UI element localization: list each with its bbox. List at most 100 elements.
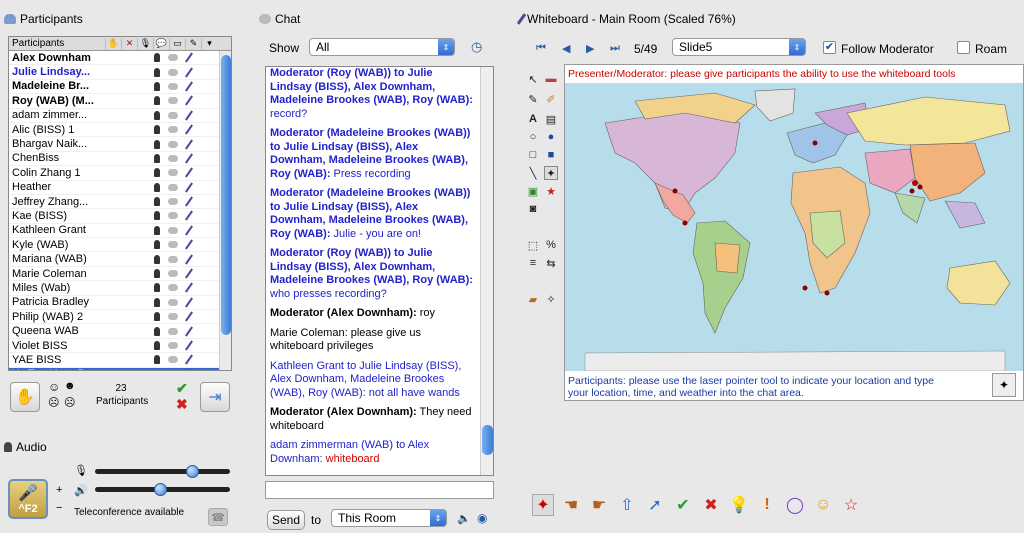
slide-select[interactable]: Slide5 ⇕ — [672, 38, 806, 56]
laser-pointer-indicator-icon[interactable]: ✦ — [992, 373, 1016, 397]
speech-bubble-stamp-icon[interactable]: ◯ — [784, 494, 806, 516]
world-map[interactable] — [565, 83, 1023, 372]
participant-row[interactable]: Madeleine Br... — [9, 80, 231, 95]
chat-column-icon[interactable]: 💬 — [153, 37, 169, 50]
roam-checkbox[interactable] — [957, 41, 970, 54]
point-right-stamp-icon[interactable]: ☛ — [588, 494, 610, 516]
emoticon-confused-icon[interactable]: ☹ — [64, 396, 75, 409]
chat-input[interactable] — [265, 481, 494, 499]
participant-row[interactable]: ChenBiss — [9, 152, 231, 167]
hand-column-icon[interactable]: ✋ — [105, 37, 121, 50]
next-page-button[interactable]: ▶ — [586, 42, 594, 55]
eraser-tool-icon[interactable]: ▬ — [544, 72, 558, 86]
mic-column-icon[interactable]: 🎙 — [137, 37, 153, 50]
select-area-tool-icon[interactable]: ⬚ — [526, 238, 540, 252]
participant-row[interactable]: Heather — [9, 181, 231, 195]
participant-row[interactable]: Colin Zhang 1 — [9, 166, 231, 181]
ellipse-tool-icon[interactable]: ○ — [526, 130, 540, 144]
mic-volume-slider[interactable] — [95, 465, 230, 478]
check-stamp-icon[interactable]: ✔ — [672, 494, 694, 516]
follow-moderator-checkbox[interactable]: ✔ — [823, 41, 836, 54]
participant-row[interactable]: Miles (Wab) — [9, 281, 231, 296]
speaker-icon[interactable]: 🔈 — [457, 512, 471, 525]
pen-column-icon[interactable]: ✎ — [185, 37, 201, 50]
raise-hand-button[interactable]: ✋ — [10, 382, 40, 412]
emoticon-laugh-icon[interactable]: ☻ — [64, 380, 76, 392]
participant-row[interactable]: Violet BISS — [9, 339, 231, 354]
pointer-tool-icon[interactable]: ↖ — [526, 72, 540, 86]
participant-row[interactable]: Kae (BISS) — [9, 209, 231, 224]
swap-tool-icon[interactable]: ⇆ — [544, 256, 558, 270]
last-page-button[interactable]: ⏭ — [610, 42, 620, 55]
participant-row[interactable]: Patricia Bradley — [9, 296, 231, 311]
emoticon-sad-icon[interactable]: ☹ — [48, 396, 59, 409]
open-folder-icon[interactable]: ▰ — [526, 292, 540, 306]
participant-row[interactable]: Alex Downham — [9, 51, 231, 66]
participant-row[interactable]: Mariana (WAB) — [9, 252, 231, 267]
participant-row[interactable]: Roy (WAB) (M... — [9, 94, 231, 109]
participant-row[interactable]: Kathleen Grant — [9, 224, 231, 239]
arrow-diagonal-stamp-icon[interactable]: ➚ — [644, 494, 666, 516]
participant-row[interactable]: Julie Lindsay... — [9, 65, 231, 80]
exclamation-stamp-icon[interactable]: ! — [756, 494, 778, 516]
text-box-tool-icon[interactable]: ▤ — [544, 112, 558, 126]
chat-filter-select[interactable]: All ⇕ — [309, 38, 455, 56]
laser-stamp-icon[interactable]: ✦ — [532, 494, 554, 516]
emoticon-smile-icon[interactable]: ☺ — [48, 380, 60, 394]
no-x-icon[interactable]: ✖ — [176, 396, 188, 413]
participant-row[interactable]: Kyle (WAB) — [9, 238, 231, 253]
yes-check-icon[interactable]: ✔ — [176, 380, 188, 397]
first-page-button[interactable]: ⏮ — [536, 42, 546, 55]
participant-row[interactable]: YAE BISS — [9, 353, 231, 368]
chat-log[interactable]: Moderator (Roy (WAB)) to Julie Lindsay (… — [265, 66, 494, 476]
video-column-icon[interactable]: ▭ — [169, 37, 185, 50]
menu-column-icon[interactable]: ▾ — [201, 37, 217, 50]
participant-row[interactable]: Alic (BISS) 1 — [9, 123, 231, 138]
x-stamp-icon[interactable]: ✖ — [700, 494, 722, 516]
send-button[interactable]: Send — [267, 510, 305, 530]
speaker-volume-slider[interactable] — [95, 483, 230, 496]
point-left-stamp-icon[interactable]: ☚ — [560, 494, 582, 516]
highlighter-tool-icon[interactable]: ✐ — [544, 92, 558, 106]
step-away-button[interactable]: ⇥ — [200, 382, 230, 412]
filled-rectangle-tool-icon[interactable]: ■ — [544, 148, 558, 162]
clear-tool-icon[interactable]: ✧ — [544, 292, 558, 306]
line-tool-icon[interactable]: ╲ — [526, 166, 540, 180]
phone-icon[interactable]: ☎ — [208, 508, 228, 526]
align-tool-icon[interactable]: ≡ — [526, 256, 540, 270]
laser-pointer-tool-icon[interactable]: ✦ — [544, 166, 558, 180]
stamp-tool-icon[interactable]: ★ — [544, 184, 558, 198]
participant-row[interactable]: Philip (WAB) 2 — [9, 310, 231, 325]
eye-icon[interactable]: ◉ — [477, 511, 487, 525]
participant-row[interactable]: Ye Eun Yoon B... — [9, 367, 231, 370]
arrow-up-stamp-icon[interactable]: ⇧ — [616, 494, 638, 516]
talk-button[interactable]: 🎤 ^F2 — [8, 479, 48, 519]
participant-list[interactable]: Participants ✋ ✕ 🎙 💬 ▭ ✎ ▾ Alex Downham J… — [8, 36, 232, 371]
rectangle-tool-icon[interactable]: □ — [526, 148, 540, 162]
lightbulb-stamp-icon[interactable]: 💡 — [728, 494, 750, 516]
chat-scroll-thumb[interactable] — [482, 425, 493, 455]
chat-target-select[interactable]: This Room ⇕ — [331, 509, 447, 527]
participant-row[interactable]: Marie Coleman — [9, 267, 231, 282]
participant-row[interactable]: adam zimmer... — [9, 109, 231, 123]
speaker-volume-knob[interactable] — [153, 483, 167, 496]
filled-ellipse-tool-icon[interactable]: ● — [544, 130, 558, 144]
participant-row[interactable]: Jeffrey Zhang... — [9, 195, 231, 210]
percent-tool-icon[interactable]: % — [544, 238, 558, 252]
text-tool-icon[interactable]: A — [526, 112, 540, 126]
column-participants[interactable]: Participants — [9, 38, 105, 49]
pencil-tool-icon[interactable]: ✎ — [526, 92, 540, 106]
participant-scroll-thumb[interactable] — [221, 55, 231, 335]
chat-scrollbar[interactable] — [480, 67, 493, 475]
status-column-icon[interactable]: ✕ — [121, 37, 137, 50]
image-tool-icon[interactable]: ▣ — [526, 184, 540, 198]
clock-icon[interactable]: ◷ — [471, 39, 482, 55]
smiley-stamp-icon[interactable]: ☺ — [812, 494, 834, 516]
participant-scrollbar[interactable] — [219, 51, 231, 370]
whiteboard-canvas[interactable]: Presenter/Moderator: please give partici… — [564, 64, 1024, 401]
mic-volume-knob[interactable] — [186, 465, 200, 478]
participant-row[interactable]: Bhargav Naik... — [9, 137, 231, 152]
star-stamp-icon[interactable]: ☆ — [840, 494, 862, 516]
screen-capture-tool-icon[interactable]: ◙ — [526, 202, 540, 216]
participant-row[interactable]: Queena WAB — [9, 324, 231, 339]
